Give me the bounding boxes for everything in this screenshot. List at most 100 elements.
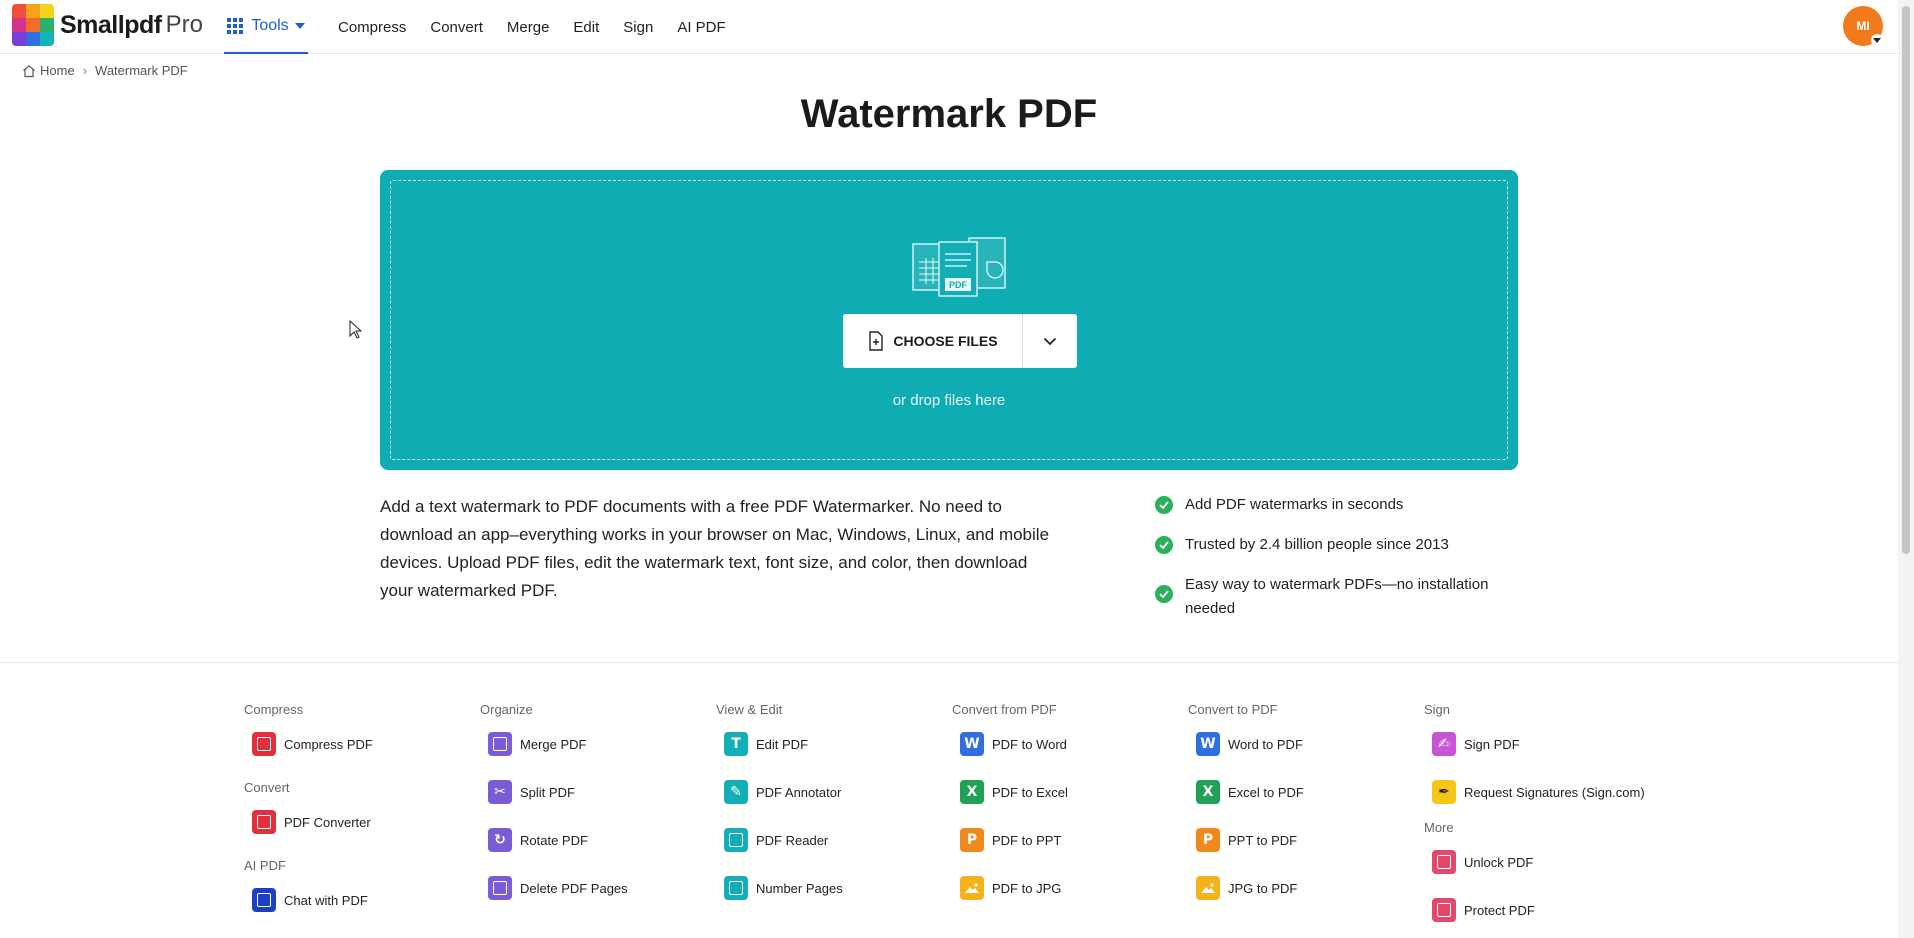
avatar-dropdown-icon[interactable]	[1871, 34, 1883, 46]
tool-link-number-pages[interactable]: Number Pages	[716, 876, 946, 900]
check-circle-icon	[1155, 536, 1173, 554]
mouse-cursor-icon	[349, 320, 363, 339]
category-heading: Sign	[1424, 702, 1451, 717]
tool-label: PDF to JPG	[992, 880, 1062, 896]
breadcrumb: Home › Watermark PDF	[22, 63, 188, 78]
category-heading: Convert from PDF	[952, 702, 1057, 717]
tool-label: Word to PDF	[1228, 736, 1303, 752]
tools-menu-button[interactable]: Tools	[224, 0, 308, 54]
category-heading: Compress	[244, 702, 304, 717]
drop-files-hint: or drop files here	[892, 392, 1006, 409]
tool-link-pdf-to-word[interactable]: W PDF to Word	[952, 732, 1182, 756]
category-heading: Convert to PDF	[1188, 702, 1278, 717]
scissors-icon: ✂	[488, 780, 512, 804]
nav-merge[interactable]: Merge	[507, 19, 550, 36]
rotate-icon: ↻	[488, 828, 512, 852]
tool-link-split-pdf[interactable]: ✂ Split PDF	[480, 780, 710, 804]
feature-item: Trusted by 2.4 billion people since 2013	[1155, 533, 1525, 557]
image-icon	[1196, 876, 1220, 900]
tool-link-word-to-pdf[interactable]: W Word to PDF	[1188, 732, 1418, 756]
tool-link-ppt-to-pdf[interactable]: P PPT to PDF	[1188, 828, 1418, 852]
page-scrollbar[interactable]	[1898, 0, 1914, 938]
check-circle-icon	[1155, 585, 1173, 603]
tool-label: Excel to PDF	[1228, 784, 1304, 800]
tool-link-protect-pdf[interactable]: Protect PDF	[1424, 898, 1684, 922]
smallpdf-logo[interactable]: Smallpdf Pro	[12, 4, 203, 46]
tool-label: PDF to Excel	[992, 784, 1068, 800]
apps-grid-icon	[227, 18, 244, 34]
tool-label: Unlock PDF	[1464, 854, 1534, 870]
image-icon	[960, 876, 984, 900]
dropzone-dashed-border: PDF CHOOSE FILES or drop files here	[390, 180, 1508, 460]
tool-label: PDF Converter	[284, 814, 371, 830]
tool-link-chat-with-pdf[interactable]: Chat with PDF	[244, 888, 474, 912]
section-divider	[0, 662, 1898, 663]
chevron-down-icon	[1043, 337, 1057, 345]
feature-item: Add PDF watermarks in seconds	[1155, 493, 1525, 517]
feature-item: Easy way to watermark PDFs—no installati…	[1155, 573, 1525, 621]
nav-sign[interactable]: Sign	[623, 19, 653, 36]
category-heading: AI PDF	[244, 858, 286, 873]
word-icon: W	[960, 732, 984, 756]
breadcrumb-home[interactable]: Home	[40, 63, 75, 78]
tool-label: PDF to Word	[992, 736, 1067, 752]
logo-mark-icon	[12, 4, 54, 46]
tools-column-sign: Sign ✍ Sign PDF ✒ Request Signatures (Si…	[1424, 702, 1684, 938]
unlock-icon	[1432, 850, 1456, 874]
nav-edit[interactable]: Edit	[573, 19, 599, 36]
merge-icon	[488, 732, 512, 756]
tool-link-delete-pdf-pages[interactable]: Delete PDF Pages	[480, 876, 710, 900]
tool-label: PDF to PPT	[992, 832, 1062, 848]
tool-link-rotate-pdf[interactable]: ↻ Rotate PDF	[480, 828, 710, 852]
choose-files-label: CHOOSE FILES	[893, 333, 998, 349]
tool-link-pdf-to-jpg[interactable]: PDF to JPG	[952, 876, 1182, 900]
nav-ai-pdf[interactable]: AI PDF	[677, 19, 725, 36]
excel-icon: X	[960, 780, 984, 804]
tools-column-organize: Organize Merge PDF ✂ Split PDF ↻ Rotate …	[480, 702, 710, 924]
trash-icon	[488, 876, 512, 900]
file-dropzone[interactable]: PDF CHOOSE FILES or drop files here	[380, 170, 1518, 470]
tool-label: Split PDF	[520, 784, 575, 800]
pdf-illustration-label: PDF	[949, 280, 968, 290]
tool-link-request-signatures[interactable]: ✒ Request Signatures (Sign.com)	[1424, 780, 1684, 804]
tool-link-pdf-to-excel[interactable]: X PDF to Excel	[952, 780, 1182, 804]
tool-link-pdf-annotator[interactable]: ✎ PDF Annotator	[716, 780, 946, 804]
scrollbar-thumb[interactable]	[1902, 6, 1910, 554]
tool-label: Sign PDF	[1464, 736, 1520, 752]
tools-column-view-edit: View & Edit T Edit PDF ✎ PDF Annotator P…	[716, 702, 946, 924]
category-heading: Convert	[244, 780, 290, 795]
tool-label: Chat with PDF	[284, 892, 368, 908]
logo-pro-label: Pro	[165, 11, 203, 38]
tool-link-pdf-reader[interactable]: PDF Reader	[716, 828, 946, 852]
tools-label: Tools	[251, 17, 289, 34]
choose-files-button[interactable]: CHOOSE FILES	[843, 314, 1023, 368]
upload-options-dropdown[interactable]	[1023, 314, 1077, 368]
tool-link-jpg-to-pdf[interactable]: JPG to PDF	[1188, 876, 1418, 900]
category-heading: View & Edit	[716, 702, 783, 717]
tool-description: Add a text watermark to PDF documents wi…	[380, 497, 1050, 600]
tool-link-unlock-pdf[interactable]: Unlock PDF	[1424, 850, 1684, 874]
tool-link-pdf-converter[interactable]: PDF Converter	[244, 810, 474, 834]
top-navbar: Smallpdf Pro Tools Compress Convert Merg…	[0, 0, 1898, 54]
nav-compress[interactable]: Compress	[338, 19, 406, 36]
tool-link-sign-pdf[interactable]: ✍ Sign PDF	[1424, 732, 1684, 756]
tools-column-convert-to: Convert to PDF W Word to PDF X Excel to …	[1188, 702, 1418, 924]
tool-link-pdf-to-ppt[interactable]: P PDF to PPT	[952, 828, 1182, 852]
number-icon	[724, 876, 748, 900]
feature-text: Trusted by 2.4 billion people since 2013	[1185, 536, 1449, 553]
feature-list: Add PDF watermarks in seconds Trusted by…	[1155, 493, 1525, 637]
chevron-down-icon	[294, 23, 305, 29]
tool-link-compress-pdf[interactable]: Compress PDF	[244, 732, 474, 756]
excel-icon: X	[1196, 780, 1220, 804]
feature-text: Add PDF watermarks in seconds	[1185, 496, 1404, 513]
ppt-icon: P	[1196, 828, 1220, 852]
tool-link-edit-pdf[interactable]: T Edit PDF	[716, 732, 946, 756]
choose-files-group: CHOOSE FILES	[843, 314, 1077, 368]
tool-label: Edit PDF	[756, 736, 809, 752]
home-icon	[23, 64, 35, 77]
category-heading: More	[1424, 820, 1454, 835]
category-heading: Organize	[480, 702, 533, 717]
nav-convert[interactable]: Convert	[430, 19, 483, 36]
tool-link-excel-to-pdf[interactable]: X Excel to PDF	[1188, 780, 1418, 804]
tool-link-merge-pdf[interactable]: Merge PDF	[480, 732, 710, 756]
